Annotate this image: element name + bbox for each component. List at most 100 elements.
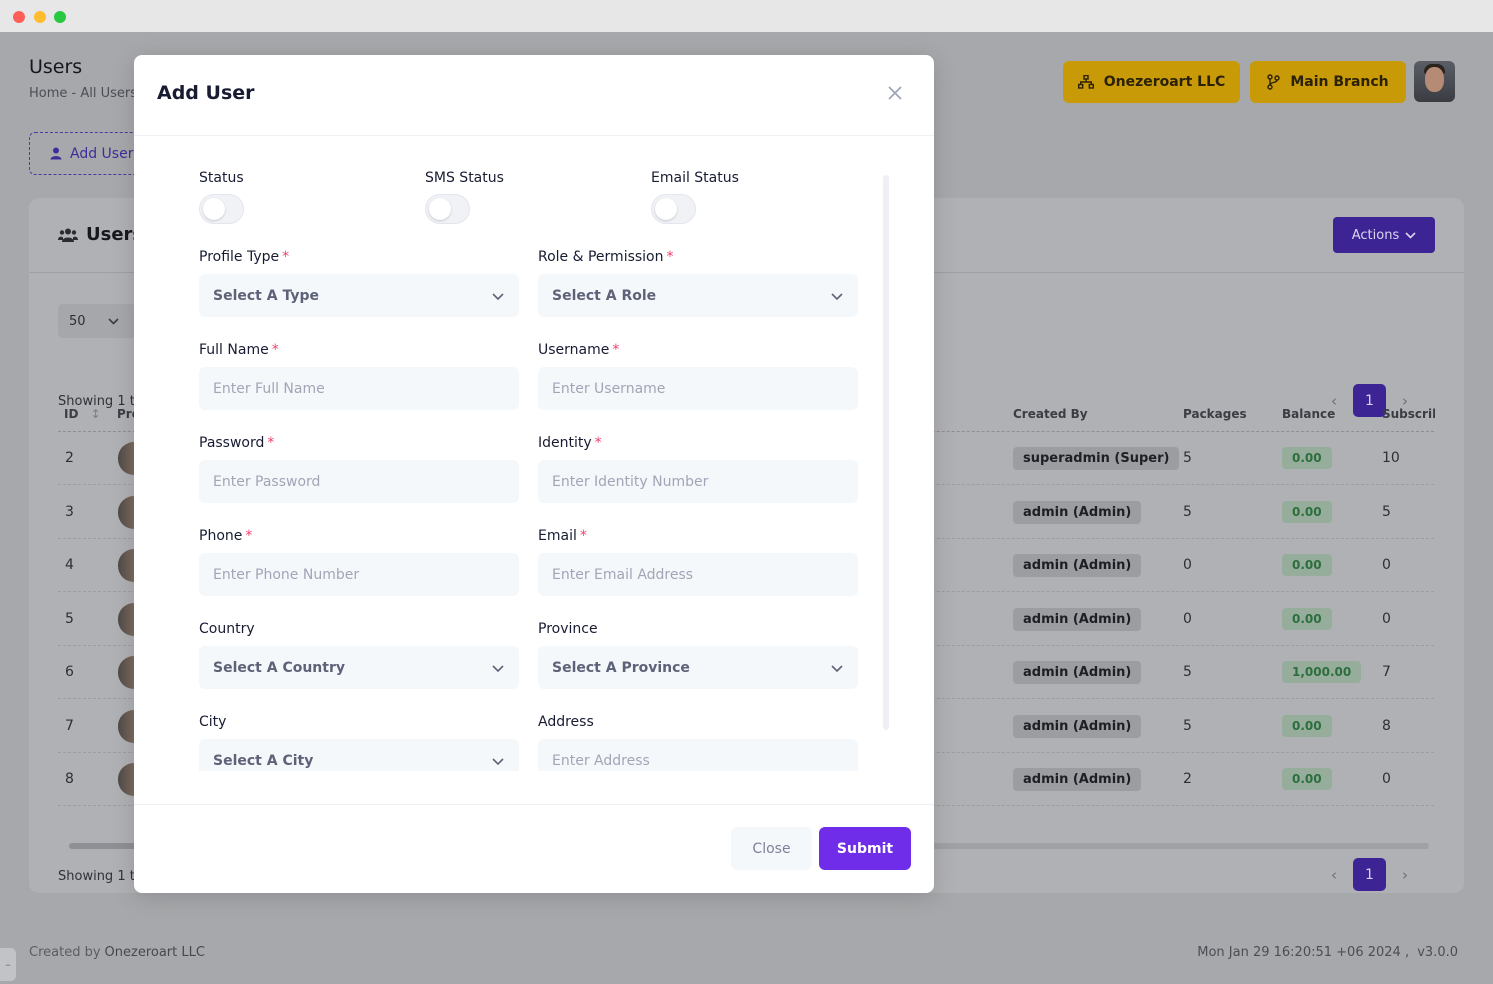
row-subscribers: 0: [1382, 557, 1391, 573]
chevron-down-icon: [831, 292, 843, 300]
footer-version: v3.0.0: [1417, 945, 1458, 960]
row-subscribers: 7: [1382, 664, 1391, 680]
profile-type-select[interactable]: Select A Type: [199, 274, 519, 317]
chevron-down-icon: [492, 757, 504, 765]
province-label: Province: [538, 621, 598, 637]
profile-type-label: Profile Type *: [199, 249, 290, 265]
row-id: 7: [65, 717, 74, 734]
column-header-subscribers[interactable]: Subscrib: [1382, 407, 1435, 421]
full-name-label: Full Name *: [199, 342, 279, 358]
created-by-badge: admin (Admin): [1013, 500, 1142, 524]
identity-input[interactable]: [538, 460, 858, 503]
row-id: 4: [65, 557, 74, 573]
status-label: Status: [199, 170, 244, 186]
status-toggle[interactable]: [199, 194, 244, 224]
email-input[interactable]: [538, 553, 858, 596]
modal-footer: Close Submit: [134, 804, 934, 893]
identity-label: Identity *: [538, 435, 602, 451]
card-title: Users: [58, 224, 143, 245]
window-maximize-dot[interactable]: [54, 11, 66, 23]
page-number-button[interactable]: 1: [1353, 858, 1386, 891]
chevron-down-icon: [492, 664, 504, 672]
created-by-badge: admin (Admin): [1013, 768, 1142, 791]
per-page-select[interactable]: 50: [58, 304, 136, 338]
phone-input[interactable]: [199, 553, 519, 596]
row-id: 5: [65, 610, 74, 627]
email-label: Email *: [538, 528, 587, 544]
sitemap-icon: [1077, 75, 1094, 89]
created-by-badge: admin (Admin): [1013, 554, 1142, 577]
organization-button[interactable]: Onezeroart LLC: [1063, 61, 1240, 103]
modal-header: Add User: [134, 55, 934, 136]
window-minimize-dot[interactable]: [34, 11, 46, 23]
city-label: City: [199, 714, 227, 730]
chevron-down-icon: [107, 317, 119, 325]
row-packages: 5: [1183, 664, 1192, 680]
balance-badge: 1,000.00: [1282, 661, 1362, 683]
balance-badge: 0.00: [1282, 447, 1332, 469]
email-status-toggle[interactable]: [651, 194, 696, 224]
row-subscribers: 8: [1382, 717, 1391, 734]
pagination-bottom: ‹ 1 ›: [1331, 858, 1408, 891]
prev-page-icon[interactable]: ‹: [1331, 866, 1337, 884]
row-subscribers: 5: [1382, 503, 1391, 520]
per-page-value: 50: [69, 313, 86, 329]
column-header-created-by[interactable]: Created By: [1013, 407, 1088, 421]
full-name-input[interactable]: [199, 367, 519, 410]
balance-badge: 0.00: [1282, 714, 1332, 737]
organization-label: Onezeroart LLC: [1103, 74, 1226, 90]
balance-badge: 0.00: [1282, 500, 1332, 523]
branch-button[interactable]: Main Branch: [1250, 61, 1406, 103]
balance-badge: 0.00: [1282, 768, 1332, 790]
password-label: Password *: [199, 435, 275, 451]
row-id: 2: [65, 450, 74, 466]
branch-label: Main Branch: [1290, 74, 1389, 90]
row-id: 3: [65, 503, 74, 520]
country-select[interactable]: Select A Country: [199, 646, 519, 689]
province-select[interactable]: Select A Province: [538, 646, 858, 689]
row-subscribers: 0: [1382, 771, 1391, 787]
users-icon: [58, 228, 78, 242]
city-select[interactable]: Select A City: [199, 739, 519, 771]
next-page-icon[interactable]: ›: [1402, 866, 1408, 884]
column-header-id[interactable]: ID ↕: [64, 407, 101, 421]
address-input[interactable]: [538, 739, 858, 771]
showing-info-bottom: Showing 1 to 7: [58, 869, 138, 884]
column-header-balance[interactable]: Balance: [1282, 407, 1335, 421]
username-input[interactable]: [538, 367, 858, 410]
side-drawer-tab[interactable]: –: [0, 948, 16, 981]
modal-title: Add User: [157, 82, 255, 104]
window-close-dot[interactable]: [13, 11, 25, 23]
add-user-button[interactable]: Add User: [29, 132, 149, 175]
modal-body[interactable]: Status SMS Status Email Status Profile T…: [134, 137, 934, 771]
row-subscribers: 0: [1382, 610, 1391, 627]
actions-button[interactable]: Actions: [1333, 217, 1435, 253]
footer-company-link[interactable]: Onezeroart LLC: [105, 945, 205, 960]
address-label: Address: [538, 714, 594, 730]
sort-icon: ↕: [90, 407, 101, 421]
row-packages: 5: [1183, 503, 1192, 520]
role-label: Role & Permission *: [538, 249, 674, 265]
close-icon[interactable]: [883, 81, 907, 105]
footer-info: Mon Jan 29 16:20:51 +06 2024 , v3.0.0: [1197, 945, 1458, 960]
user-icon: [50, 147, 62, 160]
role-select[interactable]: Select A Role: [538, 274, 858, 317]
email-status-label: Email Status: [651, 170, 739, 186]
close-button[interactable]: Close: [731, 827, 812, 870]
column-header-packages[interactable]: Packages: [1183, 407, 1247, 421]
footer-credit: Created by Onezeroart LLC: [29, 945, 205, 960]
password-input[interactable]: [199, 460, 519, 503]
row-packages: 5: [1183, 450, 1192, 466]
username-label: Username *: [538, 342, 620, 358]
submit-button[interactable]: Submit: [819, 827, 911, 870]
user-avatar[interactable]: [1414, 61, 1455, 102]
row-packages: 0: [1183, 610, 1192, 627]
breadcrumb: Home - All Users: [29, 86, 137, 101]
created-by-badge: superadmin (Super): [1013, 447, 1180, 470]
branch-icon: [1267, 74, 1281, 90]
country-label: Country: [199, 621, 255, 637]
modal-scrollbar[interactable]: [883, 175, 889, 730]
chevron-down-icon: [831, 664, 843, 672]
created-by-badge: admin (Admin): [1013, 661, 1142, 684]
sms-status-toggle[interactable]: [425, 194, 470, 224]
